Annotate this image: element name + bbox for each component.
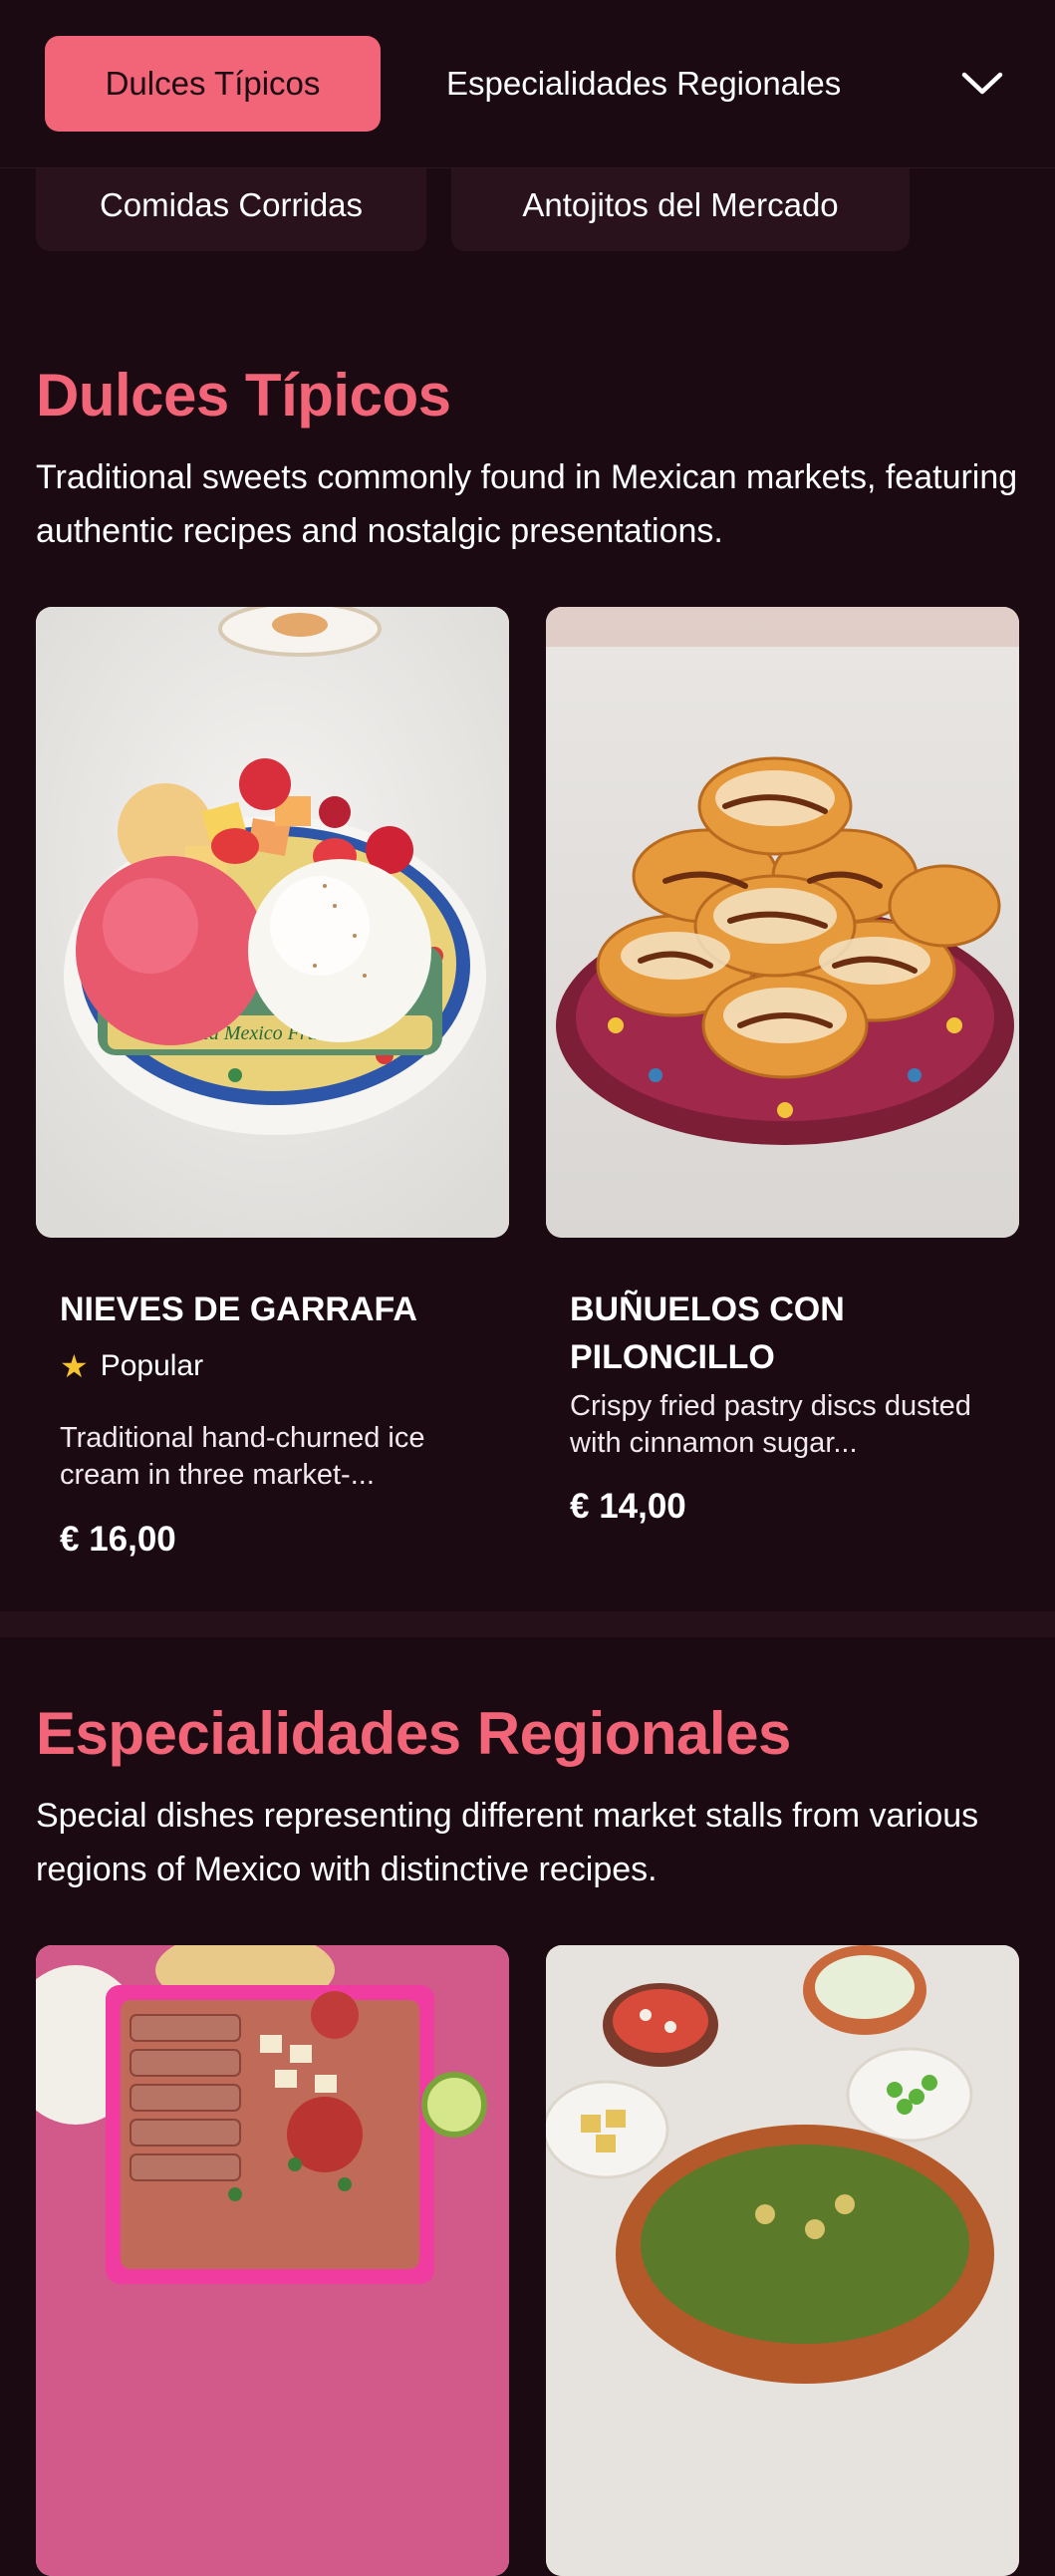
- popular-badge-label: Popular: [100, 1349, 204, 1382]
- regional-soup-image[interactable]: [546, 1945, 1019, 2576]
- chevron-down-icon[interactable]: [954, 60, 1010, 108]
- category-nav: Dulces Típicos Especialidades Regionales: [0, 0, 1055, 168]
- tab-fade-overlay: [847, 36, 926, 132]
- star-icon: ★: [60, 1348, 89, 1384]
- section-description-especialidades: Special dishes representing different ma…: [36, 1797, 979, 1888]
- section-title-especialidades: Especialidades Regionales: [36, 1700, 791, 1767]
- section-description-dulces: Traditional sweets commonly found in Mex…: [36, 458, 1018, 550]
- product-description-nieves: Traditional hand-churned ice cream in th…: [60, 1422, 425, 1491]
- tab-antojitos-del-mercado[interactable]: Antojitos del Mercado: [451, 159, 910, 251]
- product-price-nieves: € 16,00: [60, 1520, 176, 1559]
- product-description-bunuelos: Crispy fried pastry discs dusted with ci…: [570, 1390, 971, 1459]
- popular-badge: ★ Popular: [60, 1347, 203, 1385]
- tab-comidas-corridas[interactable]: Comidas Corridas: [36, 159, 426, 251]
- section-title-dulces: Dulces Típicos: [36, 362, 451, 429]
- tab-especialidades-regionales[interactable]: Especialidades Regionales: [446, 36, 915, 132]
- section-divider: [0, 1611, 1055, 1637]
- regional-platter-image[interactable]: [36, 1945, 509, 2576]
- product-name-nieves[interactable]: NIEVES DE GARRAFA: [60, 1286, 498, 1333]
- bunuelos-con-piloncillo-image[interactable]: [546, 607, 1019, 1238]
- product-name-bunuelos[interactable]: BUÑUELOS CON PILONCILLO: [570, 1286, 1008, 1381]
- product-price-bunuelos: € 14,00: [570, 1487, 686, 1526]
- nieves-de-garrafa-image[interactable]: Froid Mexico Frunk Ice: [36, 607, 509, 1238]
- tab-dulces-tipicos[interactable]: Dulces Típicos: [45, 36, 381, 132]
